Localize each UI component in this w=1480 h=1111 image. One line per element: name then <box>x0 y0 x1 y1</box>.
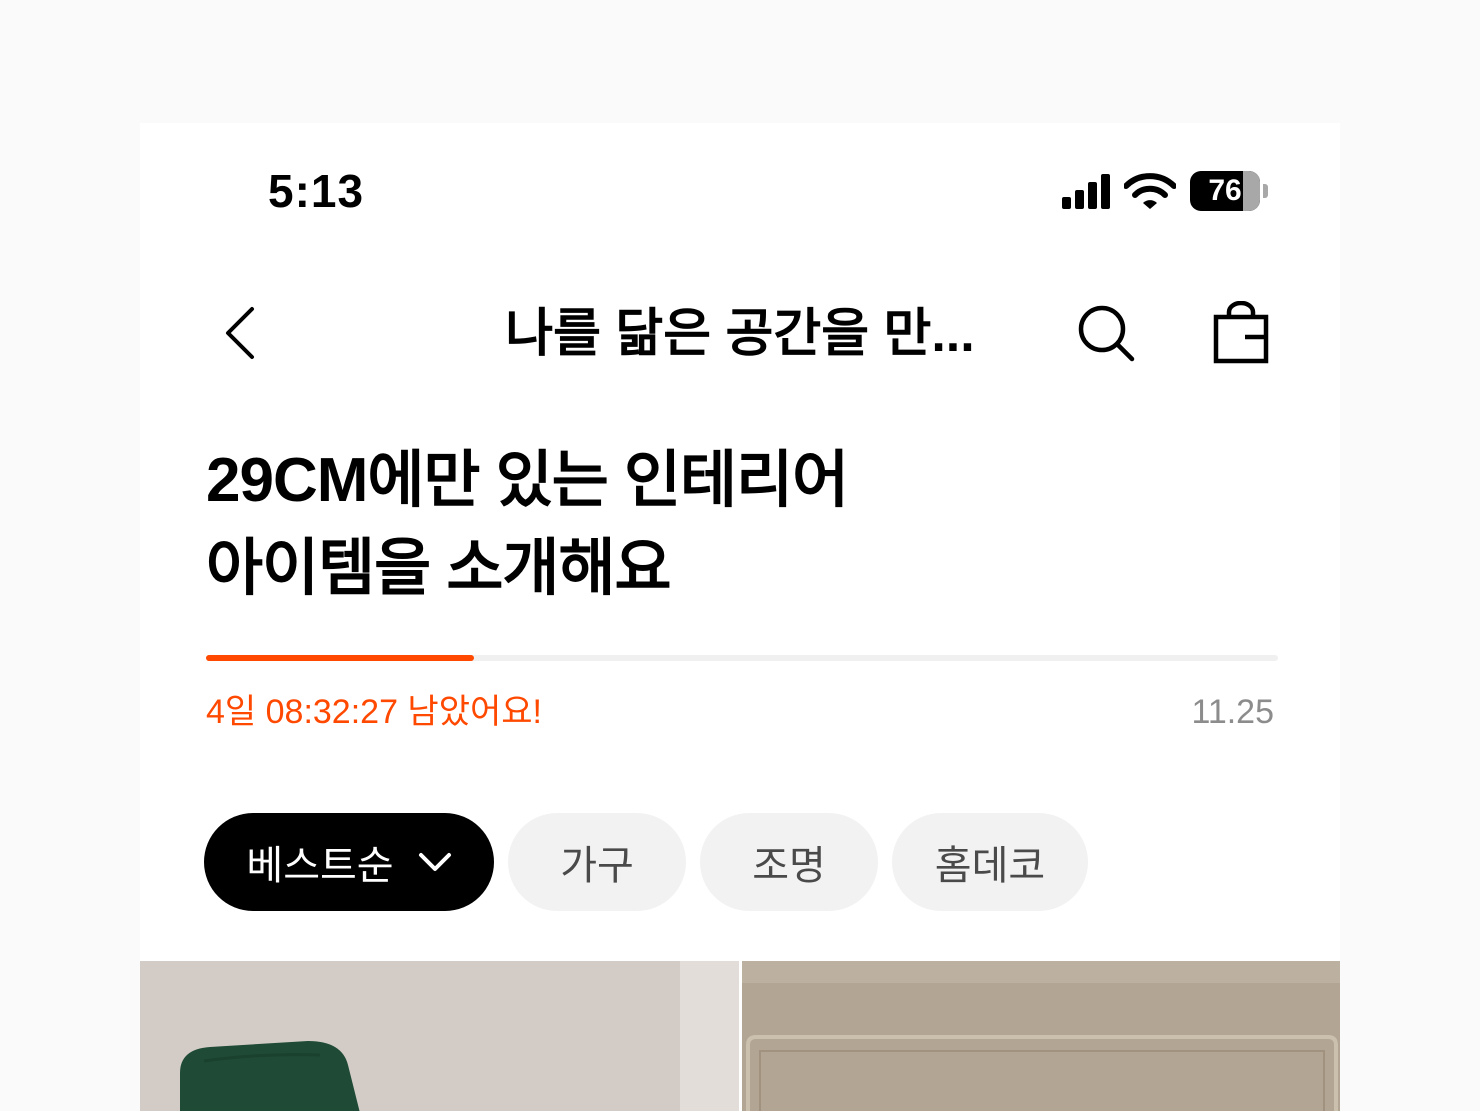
search-icon <box>1078 305 1135 362</box>
headline-line-2: 아이템을 소개해요 <box>206 534 672 603</box>
filter-chips: 베스트순 가구 조명 홈데코 <box>204 813 1088 911</box>
sort-label: 베스트순 <box>246 844 394 888</box>
app-screen: 5:13 76 나를 닮은 공간을 만... 29CM에만 있는 인테리어 아이… <box>140 123 1340 1111</box>
sort-dropdown-button[interactable]: 베스트순 <box>204 813 494 911</box>
status-time: 5:13 <box>268 165 365 217</box>
event-date: 11.25 <box>1191 693 1274 731</box>
search-button[interactable] <box>1076 303 1136 363</box>
green-chair-image <box>140 961 739 1111</box>
filter-chip-lighting[interactable]: 조명 <box>700 813 878 911</box>
headline: 29CM에만 있는 인테리어 아이템을 소개해요 <box>206 437 849 613</box>
cellular-signal-icon <box>1062 173 1110 209</box>
back-button[interactable] <box>220 303 260 363</box>
battery-level: 76 <box>1208 174 1242 207</box>
status-icons: 76 <box>1062 168 1268 214</box>
countdown-progress-fill <box>206 655 474 661</box>
headline-line-1: 29CM에만 있는 인테리어 <box>206 446 849 515</box>
battery-icon: 76 <box>1190 171 1268 211</box>
page-title: 나를 닮은 공간을 만... <box>505 305 975 363</box>
countdown-progress-bar <box>206 655 1278 661</box>
shopping-bag-icon <box>1213 300 1269 364</box>
wifi-icon <box>1124 173 1176 209</box>
chevron-down-icon <box>418 853 451 871</box>
chevron-left-icon <box>226 307 254 359</box>
countdown-text: 4일 08:32:27 남았어요! <box>206 693 542 731</box>
product-image[interactable] <box>140 961 739 1111</box>
filter-chip-home-decor[interactable]: 홈데코 <box>892 813 1088 911</box>
product-image[interactable] <box>742 961 1340 1111</box>
interior-room-image <box>742 961 1340 1111</box>
filter-chip-furniture[interactable]: 가구 <box>508 813 686 911</box>
cart-button[interactable] <box>1212 300 1270 365</box>
